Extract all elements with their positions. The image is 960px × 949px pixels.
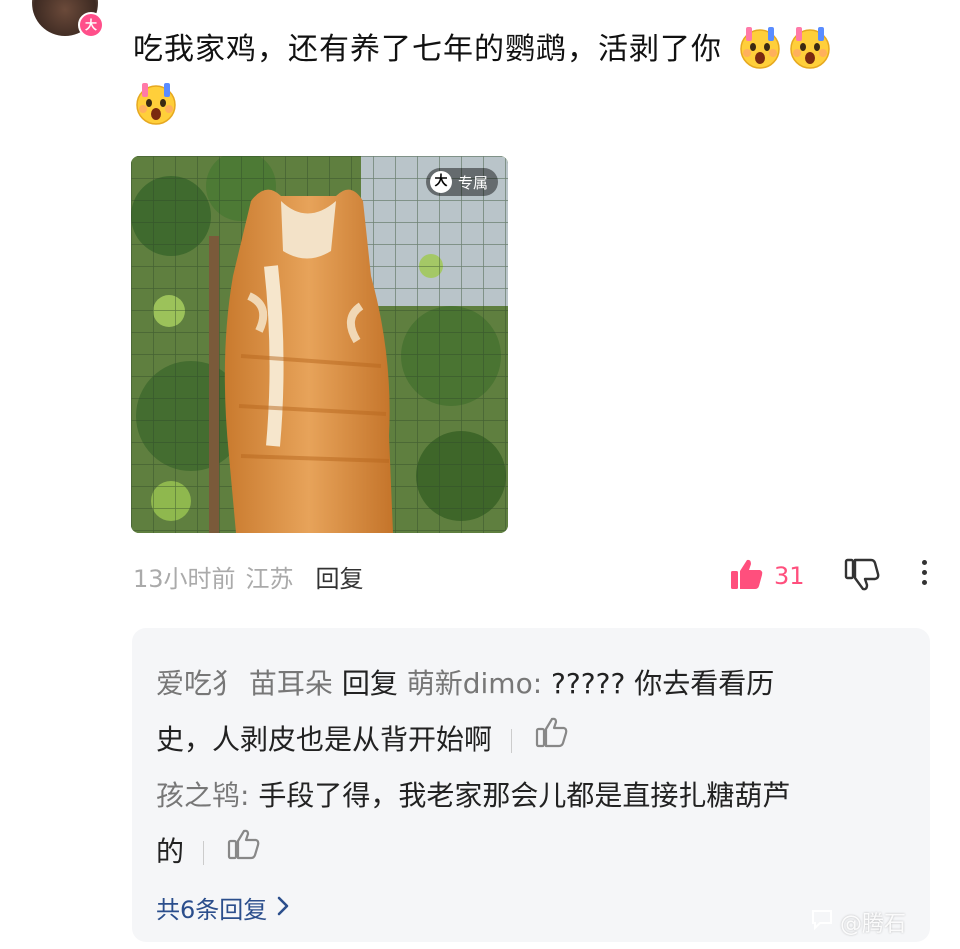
reply-text-cont: 的	[156, 835, 185, 868]
comment-body: 吃我家鸡，还有养了七年的鹦鹉，活剥了你	[133, 32, 722, 67]
exclusive-badge: 大 专属	[425, 168, 498, 196]
comment-image[interactable]: 大 专属	[131, 156, 508, 533]
thumbs-up-icon[interactable]	[535, 711, 569, 767]
thumbs-up-filled-icon	[730, 558, 764, 594]
watermark-text: @腾石	[840, 912, 907, 937]
like-button[interactable]: 31	[730, 558, 805, 594]
comment-time: 13小时前	[133, 564, 236, 593]
reply-text: 手段了得，我老家那会儿都是直接扎糖葫芦	[258, 779, 791, 812]
watermark: @腾石	[810, 906, 906, 938]
cat-photo	[131, 156, 508, 533]
shocked-face-icon	[787, 25, 833, 69]
view-more-replies-link[interactable]: 共6条回复	[156, 890, 289, 925]
exclusive-label: 专属	[457, 173, 488, 192]
chevron-right-icon	[277, 894, 289, 922]
vip-badge: 大	[78, 12, 104, 38]
reply-target-username[interactable]: 萌新dimo:	[407, 667, 542, 700]
reply-button[interactable]: 回复	[316, 559, 364, 594]
shocked-face-icon	[737, 25, 783, 69]
thumbs-down-icon	[844, 558, 880, 596]
more-options-icon[interactable]	[918, 560, 930, 590]
reply-username[interactable]: 孩之鸨:	[156, 779, 249, 812]
shocked-face-icon	[133, 81, 179, 125]
replies-panel: 爱吃犭 苗耳朵 回复 萌新dimo: ????? 你去看看历 史，人剥皮也是从背…	[132, 628, 930, 942]
reply-username[interactable]: 爱吃犭 苗耳朵	[156, 667, 333, 700]
reply-item[interactable]: 孩之鸨: 手段了得，我老家那会儿都是直接扎糖葫芦 的	[156, 768, 896, 881]
chat-bubble-icon	[810, 907, 834, 937]
comment-text: 吃我家鸡，还有养了七年的鹦鹉，活剥了你	[133, 22, 903, 134]
thumbs-up-icon[interactable]	[227, 823, 261, 879]
vip-icon: 大	[429, 171, 452, 193]
reply-text-cont: 史，人剥皮也是从背开始啊	[156, 723, 493, 756]
reply-connector: 回复	[341, 667, 398, 700]
dislike-button[interactable]	[844, 558, 880, 596]
like-count: 31	[774, 562, 805, 590]
comment-meta: 13小时前 江苏 回复	[133, 559, 364, 594]
more-replies-label: 共6条回复	[156, 896, 268, 924]
reply-text: ????? 你去看看历	[551, 667, 775, 700]
reply-item[interactable]: 爱吃犭 苗耳朵 回复 萌新dimo: ????? 你去看看历 史，人剥皮也是从背…	[156, 656, 896, 769]
comment-location: 江苏	[245, 564, 294, 593]
